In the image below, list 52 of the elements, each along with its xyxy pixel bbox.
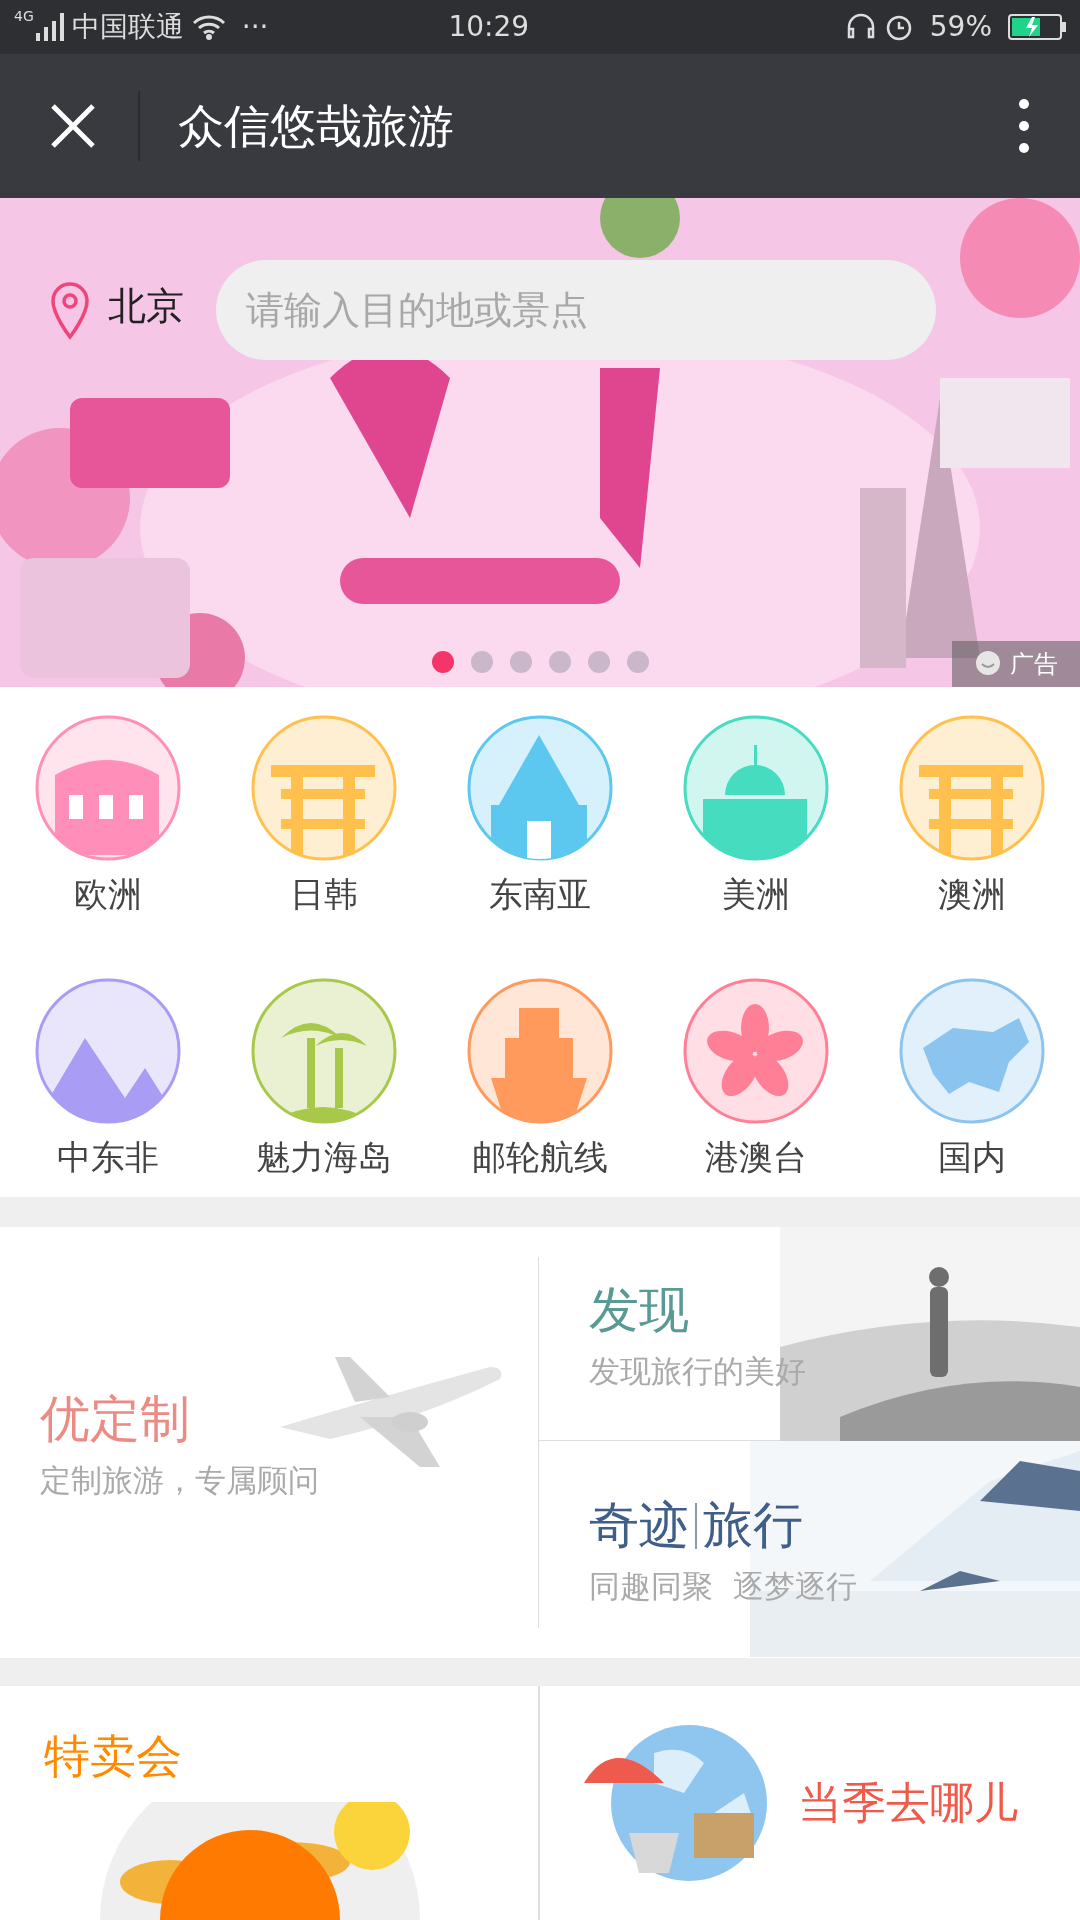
- page-indicator-dot[interactable]: [627, 651, 649, 673]
- more-notifications: ···: [241, 9, 269, 45]
- category-item[interactable]: 中东非: [0, 978, 216, 1197]
- promo-title: 发现: [589, 1279, 689, 1341]
- battery-icon: [1008, 14, 1066, 40]
- category-label: 魅力海岛: [256, 1136, 392, 1179]
- promo-subtitle: 同趣同聚 逐梦逐行: [589, 1567, 857, 1607]
- category-label: 日韩: [290, 873, 358, 916]
- page-indicator-dot[interactable]: [588, 651, 610, 673]
- page-indicator-dot[interactable]: [549, 651, 571, 673]
- category-item[interactable]: 邮轮航线: [432, 978, 648, 1197]
- city-selector[interactable]: 北京: [108, 278, 184, 335]
- search-field[interactable]: 请输入目的地或景点: [216, 260, 936, 360]
- clock: 10:29: [448, 9, 530, 45]
- category-item[interactable]: 魅力海岛: [216, 978, 432, 1197]
- promo-title: 旅行: [703, 1495, 803, 1557]
- category-label: 欧洲: [74, 873, 142, 916]
- category-label: 东南亚: [489, 873, 591, 916]
- category-item[interactable]: 欧洲: [0, 715, 216, 934]
- promo-title: 奇迹: [589, 1495, 689, 1557]
- category-label: 国内: [938, 1136, 1006, 1179]
- section-title: 当季去哪儿: [798, 1776, 1018, 1830]
- category-label: 澳洲: [938, 873, 1006, 916]
- location-pin-icon: [50, 282, 90, 340]
- more-icon[interactable]: [1018, 98, 1030, 154]
- category-item[interactable]: 东南亚: [432, 715, 648, 934]
- category-item[interactable]: 美洲: [648, 715, 864, 934]
- wifi-icon: [191, 14, 226, 40]
- category-label: 美洲: [722, 873, 790, 916]
- category-item[interactable]: 日韩: [216, 715, 432, 934]
- close-icon[interactable]: [50, 103, 96, 149]
- promo-subtitle: 定制旅游，专属顾问: [40, 1460, 319, 1500]
- category-label: 港澳台: [705, 1136, 807, 1179]
- battery-percent: 59%: [929, 9, 992, 45]
- chat-bubble-icon: [974, 650, 1002, 678]
- page-indicator-dot[interactable]: [510, 651, 532, 673]
- page-indicator-dot[interactable]: [471, 651, 493, 673]
- headset-icon: [845, 13, 876, 41]
- category-label: 中东非: [57, 1136, 159, 1179]
- category-item[interactable]: 国内: [864, 978, 1080, 1197]
- page-title: 众信悠哉旅游: [178, 97, 454, 155]
- ad-label: 广告: [1010, 649, 1058, 680]
- promo-title: 优定制: [40, 1388, 190, 1450]
- network-type: 4G: [14, 7, 34, 26]
- category-item[interactable]: 澳洲: [864, 715, 1080, 934]
- signal-icon: [33, 13, 64, 41]
- category-label: 邮轮航线: [472, 1136, 608, 1179]
- carrier-name: 中国联通: [71, 9, 184, 45]
- category-item[interactable]: 港澳台: [648, 978, 864, 1197]
- miracle-travel-card[interactable]: 奇迹 旅行 同趣同聚 逐梦逐行: [539, 1441, 1080, 1657]
- promo-subtitle: 发现旅行的美好: [589, 1351, 806, 1391]
- section-title: 特卖会: [44, 1728, 182, 1785]
